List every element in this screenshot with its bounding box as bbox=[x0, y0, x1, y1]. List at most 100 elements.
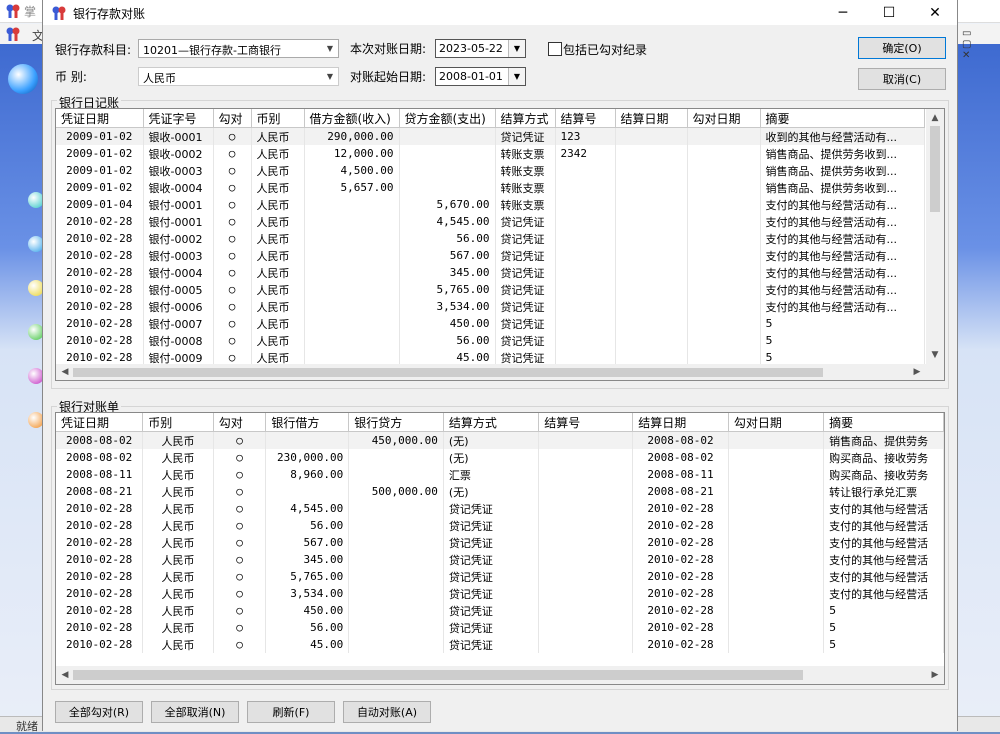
statement-row[interactable]: 2008-08-02 人民币 ○ 450,000.00 (无) 2008-08-02 销售商… bbox=[56, 431, 944, 449]
scroll-down-icon[interactable]: ▼ bbox=[928, 348, 942, 362]
statement-grid[interactable]: 凭证日期 币别 勾对 银行借方 银行贷方 结算方式 结算号 结算日期 勾对日期 摘要 2008-0… bbox=[55, 412, 945, 685]
journal-column-header[interactable]: 凭证字号 bbox=[143, 109, 214, 128]
statement-row[interactable]: 2010-02-28 人民币 ○ 3,534.00 贷记凭证 2010-02-28 支付的其… bbox=[56, 585, 944, 602]
statement-row[interactable]: 2010-02-28 人民币 ○ 450.00 贷记凭证 2010-02-28 5 bbox=[56, 602, 944, 619]
statement-column-header[interactable]: 结算日期 bbox=[632, 413, 729, 432]
journal-column-header[interactable]: 结算日期 bbox=[615, 109, 688, 128]
journal-row[interactable]: 2009-01-02 银收-0001 ○ 人民币 290,000.00 贷记凭证 123 收到… bbox=[56, 127, 925, 145]
statement-column-header[interactable]: 凭证日期 bbox=[56, 413, 144, 432]
journal-check-cell[interactable]: ○ bbox=[213, 315, 252, 332]
journal-row[interactable]: 2009-01-02 银收-0003 ○ 人民币 4,500.00 转账支票 销售商品、提供… bbox=[56, 162, 925, 179]
statement-check-cell[interactable]: ○ bbox=[213, 431, 267, 449]
journal-check-cell[interactable]: ○ bbox=[213, 213, 252, 230]
journal-column-header[interactable]: 凭证日期 bbox=[56, 109, 144, 128]
journal-vscroll-thumb[interactable] bbox=[930, 126, 940, 212]
journal-check-cell[interactable]: ○ bbox=[213, 332, 252, 349]
journal-row[interactable]: 2009-01-02 银收-0002 ○ 人民币 12,000.00 转账支票 2342 销售… bbox=[56, 145, 925, 162]
journal-column-header[interactable]: 勾对日期 bbox=[687, 109, 761, 128]
statement-check-cell[interactable]: ○ bbox=[213, 568, 267, 585]
statement-check-cell[interactable]: ○ bbox=[213, 449, 267, 466]
journal-table[interactable]: 凭证日期 凭证字号 勾对 币别 借方金额(收入) 贷方金额(支出) 结算方式 结算号 结算日期勾… bbox=[56, 109, 925, 366]
journal-check-cell[interactable]: ○ bbox=[213, 196, 252, 213]
scroll-left-icon[interactable]: ◀ bbox=[58, 668, 72, 682]
statement-column-header[interactable]: 币别 bbox=[142, 413, 214, 432]
journal-column-header[interactable]: 贷方金额(支出) bbox=[399, 109, 496, 128]
scroll-right-icon[interactable]: ▶ bbox=[928, 668, 942, 682]
close-button[interactable]: ✕ bbox=[912, 0, 958, 25]
journal-column-header[interactable]: 摘要 bbox=[760, 109, 925, 128]
statement-check-cell[interactable]: ○ bbox=[213, 602, 267, 619]
journal-row[interactable]: 2010-02-28 银付-0008 ○ 人民币 56.00 贷记凭证 5 bbox=[56, 332, 925, 349]
journal-grid[interactable]: 凭证日期 凭证字号 勾对 币别 借方金额(收入) 贷方金额(支出) 结算方式 结算号 结算日期勾… bbox=[55, 108, 945, 381]
app-menu-icon[interactable] bbox=[5, 26, 21, 42]
chevron-down-icon[interactable]: ▼ bbox=[508, 68, 525, 85]
journal-check-cell[interactable]: ○ bbox=[213, 145, 252, 162]
scroll-up-icon[interactable]: ▲ bbox=[928, 111, 942, 125]
statement-row[interactable]: 2010-02-28 人民币 ○ 5,765.00 贷记凭证 2010-02-28 支付的其… bbox=[56, 568, 944, 585]
statement-row[interactable]: 2010-02-28 人民币 ○ 56.00 贷记凭证 2010-02-28 支付的其他与经… bbox=[56, 517, 944, 534]
statement-row[interactable]: 2010-02-28 人民币 ○ 56.00 贷记凭证 2010-02-28 5 bbox=[56, 619, 944, 636]
journal-row[interactable]: 2009-01-02 银收-0004 ○ 人民币 5,657.00 转账支票 销售商品、提供… bbox=[56, 179, 925, 196]
statement-check-cell[interactable]: ○ bbox=[213, 517, 267, 534]
subject-select[interactable]: 10201—银行存款-工商银行 ▼ bbox=[138, 39, 339, 58]
journal-column-header[interactable]: 结算号 bbox=[555, 109, 616, 128]
statement-row[interactable]: 2008-08-21 人民币 ○ 500,000.00 (无) 2008-08-21 转让银… bbox=[56, 483, 944, 500]
background-window-buttons[interactable]: ▭ ▢ ✕ bbox=[962, 28, 1000, 61]
statement-check-cell[interactable]: ○ bbox=[213, 500, 267, 517]
include-checked-checkbox[interactable] bbox=[548, 42, 562, 56]
start-date-picker[interactable]: 2008-01-01 ▼ bbox=[435, 67, 526, 86]
currency-select[interactable]: 人民币 ▼ bbox=[138, 67, 339, 86]
statement-row[interactable]: 2010-02-28 人民币 ○ 4,545.00 贷记凭证 2010-02-28 支付的其… bbox=[56, 500, 944, 517]
scroll-left-icon[interactable]: ◀ bbox=[58, 365, 72, 379]
statement-row[interactable]: 2008-08-11 人民币 ○ 8,960.00 汇票 2008-08-11 购买商品、接… bbox=[56, 466, 944, 483]
statement-hscroll-thumb[interactable] bbox=[73, 670, 803, 680]
journal-vertical-scrollbar[interactable]: ▲ ▼ bbox=[926, 109, 944, 364]
journal-column-header[interactable]: 勾对 bbox=[213, 109, 252, 128]
journal-check-cell[interactable]: ○ bbox=[213, 247, 252, 264]
journal-check-cell[interactable]: ○ bbox=[213, 298, 252, 315]
statement-horizontal-scrollbar[interactable]: ◀ ▶ bbox=[56, 666, 944, 684]
scroll-right-icon[interactable]: ▶ bbox=[910, 365, 924, 379]
journal-check-cell[interactable]: ○ bbox=[213, 127, 252, 145]
statement-row[interactable]: 2010-02-28 人民币 ○ 567.00 贷记凭证 2010-02-28 支付的其他与… bbox=[56, 534, 944, 551]
journal-check-cell[interactable]: ○ bbox=[213, 281, 252, 298]
statement-row[interactable]: 2008-08-02 人民币 ○ 230,000.00 (无) 2008-08-02 购买商… bbox=[56, 449, 944, 466]
uncheck-all-button[interactable]: 全部取消(N) bbox=[151, 701, 239, 723]
journal-row[interactable]: 2009-01-04 银付-0001 ○ 人民币 5,670.00 转账支票 支付的其他与经… bbox=[56, 196, 925, 213]
ok-button[interactable]: 确定(O) bbox=[858, 37, 946, 59]
statement-check-cell[interactable]: ○ bbox=[213, 551, 267, 568]
statement-check-cell[interactable]: ○ bbox=[213, 466, 267, 483]
statement-column-header[interactable]: 银行借方 bbox=[265, 413, 350, 432]
statement-check-cell[interactable]: ○ bbox=[213, 619, 267, 636]
statement-row[interactable]: 2010-02-28 人民币 ○ 45.00 贷记凭证 2010-02-28 5 bbox=[56, 636, 944, 653]
cancel-button[interactable]: 取消(C) bbox=[858, 68, 946, 90]
journal-horizontal-scrollbar[interactable]: ◀ ▶ bbox=[56, 364, 944, 380]
journal-check-cell[interactable]: ○ bbox=[213, 179, 252, 196]
statement-row[interactable]: 2010-02-28 人民币 ○ 345.00 贷记凭证 2010-02-28 支付的其他与… bbox=[56, 551, 944, 568]
journal-check-cell[interactable]: ○ bbox=[213, 230, 252, 247]
statement-check-cell[interactable]: ○ bbox=[213, 534, 267, 551]
statement-column-header[interactable]: 结算号 bbox=[538, 413, 634, 432]
journal-row[interactable]: 2010-02-28 银付-0007 ○ 人民币 450.00 贷记凭证 5 bbox=[56, 315, 925, 332]
minimize-button[interactable]: ─ bbox=[820, 0, 866, 25]
statement-column-header[interactable]: 银行贷方 bbox=[348, 413, 444, 432]
journal-row[interactable]: 2010-02-28 银付-0001 ○ 人民币 4,545.00 贷记凭证 支付的其他与经… bbox=[56, 213, 925, 230]
journal-row[interactable]: 2010-02-28 银付-0004 ○ 人民币 345.00 贷记凭证 支付的其他与经营活… bbox=[56, 264, 925, 281]
journal-column-header[interactable]: 借方金额(收入) bbox=[304, 109, 400, 128]
statement-check-cell[interactable]: ○ bbox=[213, 636, 267, 653]
chevron-down-icon[interactable]: ▼ bbox=[322, 68, 338, 85]
journal-column-header[interactable]: 币别 bbox=[251, 109, 305, 128]
chevron-down-icon[interactable]: ▼ bbox=[322, 40, 338, 57]
statement-table[interactable]: 凭证日期 币别 勾对 银行借方 银行贷方 结算方式 结算号 结算日期 勾对日期 摘要 2008-0… bbox=[56, 413, 944, 653]
check-all-button[interactable]: 全部勾对(R) bbox=[55, 701, 143, 723]
journal-hscroll-thumb[interactable] bbox=[73, 368, 823, 377]
journal-check-cell[interactable]: ○ bbox=[213, 162, 252, 179]
journal-row[interactable]: 2010-02-28 银付-0003 ○ 人民币 567.00 贷记凭证 支付的其他与经营活… bbox=[56, 247, 925, 264]
journal-row[interactable]: 2010-02-28 银付-0002 ○ 人民币 56.00 贷记凭证 支付的其他与经营活动… bbox=[56, 230, 925, 247]
statement-check-cell[interactable]: ○ bbox=[213, 585, 267, 602]
refresh-button[interactable]: 刷新(F) bbox=[247, 701, 335, 723]
statement-column-header[interactable]: 结算方式 bbox=[443, 413, 540, 432]
auto-recon-button[interactable]: 自动对账(A) bbox=[343, 701, 431, 723]
recon-date-picker[interactable]: 2023-05-22 ▼ bbox=[435, 39, 526, 58]
journal-column-header[interactable]: 结算方式 bbox=[495, 109, 556, 128]
